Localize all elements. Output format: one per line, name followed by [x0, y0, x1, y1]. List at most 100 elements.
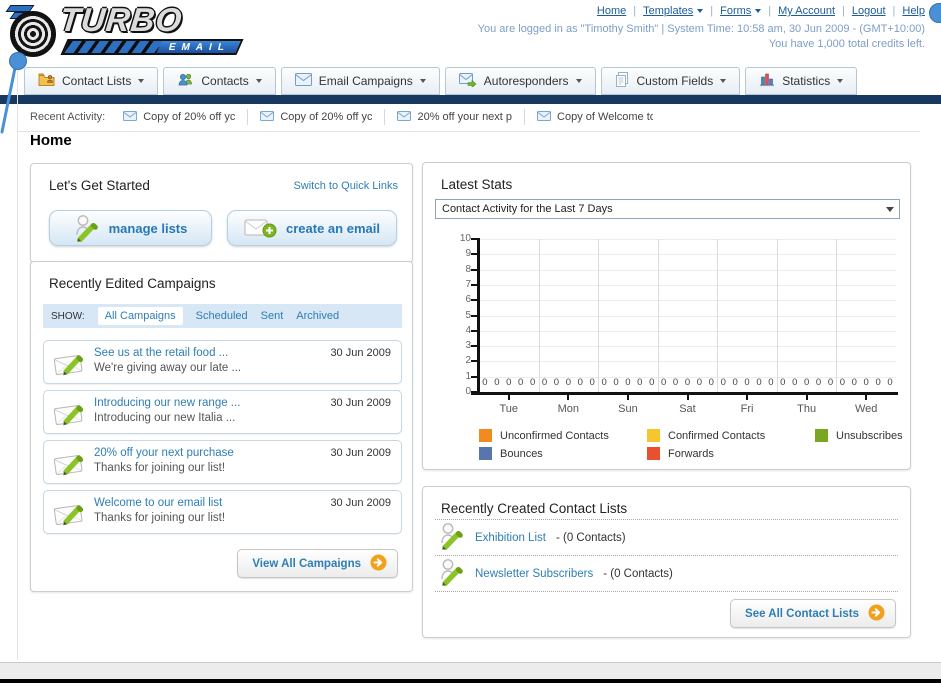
recent-activity-bar: Recent Activity: Copy of 20% off yc Copy … — [0, 104, 941, 130]
header-link-home[interactable]: Home — [597, 5, 626, 17]
filter-archived[interactable]: Archived — [296, 310, 339, 322]
envelope-arrow-icon — [458, 72, 477, 90]
y-axis — [477, 238, 480, 395]
campaign-subtitle: We're giving away our late ... — [94, 362, 242, 374]
tab-label: Statistics — [782, 74, 831, 88]
header-link-label: Forms — [720, 5, 752, 17]
campaign-filters: All Campaigns Scheduled Sent Archived — [97, 307, 339, 325]
chart-value-label: 0 — [625, 377, 631, 388]
recent-activity-items: Copy of 20% off yc Copy of 20% off yc 20% … — [121, 109, 675, 125]
chart-value-label: 0 — [851, 377, 857, 388]
chart-value-label: 0 — [780, 377, 786, 388]
campaign-row[interactable]: Welcome to our email list Thanks for join… — [43, 490, 402, 534]
chart-value-label: 0 — [506, 377, 512, 388]
campaign-row[interactable]: See us at the retail food ... We're givin… — [43, 340, 402, 384]
x-axis-tick-label: Wed — [854, 403, 878, 415]
campaign-title-link[interactable]: 20% off your next purchase — [94, 447, 234, 459]
y-axis-tick-label: 5 — [465, 309, 471, 321]
x-axis-tick-label: Thu — [797, 403, 817, 415]
annotation-dot — [929, 3, 941, 23]
tab-contact-lists[interactable]: Contact Lists — [24, 67, 159, 95]
chart-value-label: 0 — [887, 377, 893, 388]
header-link-label: Templates — [643, 5, 694, 17]
header-link-label: Help — [902, 5, 925, 17]
recent-activity-item[interactable]: Copy of Welcome to — [535, 109, 665, 125]
chart-value-label: 0 — [803, 377, 810, 388]
tab-label: Custom Fields — [636, 74, 714, 88]
contact-list-link[interactable]: Exhibition List — [475, 532, 546, 544]
legend-item: Bounces — [479, 447, 647, 460]
campaign-title-link[interactable]: See us at the retail food ... — [94, 347, 228, 359]
chart-value-label: 0 — [756, 377, 762, 388]
stats-chart: 0 1 2 3 4 5 6 7 8 9 10 0 0 0 0 0 Tue 0 0 0 0 0 Mon 0 0 0 0 0 Sun 0 0 0 0… — [435, 229, 900, 427]
y-axis-tick-label: 4 — [465, 324, 471, 336]
stats-period-select[interactable]: Contact Activity for the Last 7 Days — [435, 199, 900, 219]
campaign-title-link[interactable]: Introducing our new range ... — [94, 397, 240, 409]
contact-list-link[interactable]: Newsletter Subscribers — [475, 568, 593, 580]
x-axis-tick — [567, 395, 570, 400]
chart-value-label: 0 — [815, 377, 822, 388]
view-all-campaigns-button[interactable]: View All Campaigns — [237, 549, 398, 578]
caret-down-icon — [720, 79, 727, 83]
link-separator: | — [633, 5, 637, 17]
chart-value-label: 0 — [494, 377, 500, 388]
legend-swatch — [479, 429, 492, 442]
tab-label: Autoresponders — [483, 74, 569, 88]
recent-activity-item[interactable]: 20% off your next p — [395, 109, 526, 125]
create-an-email-button[interactable]: create an email — [227, 210, 397, 246]
legend-label: Confirmed Contacts — [668, 429, 766, 442]
header-link-my-account[interactable]: My Account — [778, 5, 835, 17]
chart-value-label: 0 — [720, 377, 726, 388]
campaign-row[interactable]: Introducing our new range ... Introducing… — [43, 390, 402, 434]
chart-gridline — [479, 361, 896, 363]
x-axis-tick — [507, 395, 510, 400]
footer-strip — [0, 662, 941, 680]
legend-item: Unsubscribes — [815, 429, 937, 442]
tab-contacts[interactable]: Contacts — [163, 67, 276, 95]
contact-list-count: - (0 Contacts) — [603, 567, 673, 580]
switch-to-quick-links-link[interactable]: Switch to Quick Links — [293, 180, 398, 192]
legend-label: Bounces — [500, 447, 543, 460]
header-link-logout[interactable]: Logout — [852, 5, 886, 17]
x-axis-tick — [686, 395, 689, 400]
campaign-row[interactable]: 20% off your next purchase Thanks for joi… — [43, 440, 402, 484]
manage-lists-button[interactable]: manage lists — [49, 210, 212, 246]
chart-gridline — [479, 269, 896, 271]
tab-custom-fields[interactable]: Custom Fields — [600, 67, 741, 95]
y-axis-tick-label: 3 — [465, 340, 471, 352]
recent-campaigns-title: Recently Edited Campaigns — [49, 276, 216, 291]
campaign-date: 30 Jun 2009 — [330, 497, 391, 509]
chart-gridline — [479, 300, 896, 302]
header-link-templates[interactable]: Templates — [643, 5, 704, 17]
recent-activity-item[interactable]: Copy of 20% off yc — [121, 109, 249, 125]
bar-chart-icon — [759, 72, 775, 90]
chart-value-label: 0 — [601, 377, 607, 388]
button-label: create an email — [286, 220, 380, 236]
session-status: You are logged in as "Timothy Smith" | S… — [478, 22, 925, 52]
filter-scheduled[interactable]: Scheduled — [196, 310, 248, 322]
contact-list-item[interactable]: Newsletter Subscribers - (0 Contacts) — [435, 556, 898, 591]
header-link-forms[interactable]: Forms — [720, 5, 762, 17]
campaign-title-link[interactable]: Welcome to our email list — [94, 497, 222, 509]
tab-autoresponders[interactable]: Autoresponders — [444, 67, 596, 95]
contact-list-count: - (0 Contacts) — [555, 531, 626, 544]
chart-value-label: 0 — [637, 377, 643, 388]
legend-swatch — [479, 447, 492, 460]
envelope-pencil-icon — [52, 349, 88, 380]
legend-label: Unconfirmed Contacts — [500, 429, 609, 442]
chart-gridline — [479, 239, 896, 240]
header-link-help[interactable]: Help — [902, 5, 925, 17]
y-axis-tick-label: 6 — [465, 294, 471, 306]
annotation-pin — [0, 52, 27, 134]
recent-activity-item[interactable]: Copy of 20% off yc — [258, 109, 386, 125]
tab-email-campaigns[interactable]: Email Campaigns — [280, 67, 440, 95]
filter-sent[interactable]: Sent — [261, 310, 284, 322]
tab-statistics[interactable]: Statistics — [745, 67, 858, 95]
arrow-circle-icon — [370, 554, 387, 574]
filter-all-campaigns[interactable]: All Campaigns — [97, 307, 183, 325]
caret-down-icon — [755, 9, 762, 13]
contact-list-item[interactable]: Exhibition List - (0 Contacts) — [435, 520, 898, 555]
chart-value-label: 0 — [661, 377, 667, 388]
see-all-contact-lists-button[interactable]: See All Contact Lists — [730, 599, 896, 628]
x-axis-tick — [746, 395, 749, 400]
